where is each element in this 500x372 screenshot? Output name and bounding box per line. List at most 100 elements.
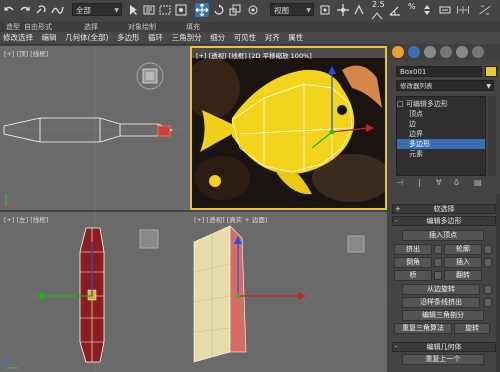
configure-sets-icon[interactable]: ▤ <box>474 178 482 187</box>
reference-coordinate-dropdown[interactable]: 视图 ▼ <box>270 3 314 16</box>
undo-icon[interactable] <box>2 3 16 17</box>
ribbon-tab-populate[interactable]: 填充 <box>186 22 200 32</box>
display-tab-icon[interactable] <box>456 46 468 58</box>
percent-snap-label[interactable]: % <box>408 2 416 11</box>
stack-item-editable-poly[interactable]: □ 可编辑多边形 <box>397 99 485 109</box>
viewport-shaded[interactable]: [+] [透视] [真实 + 边面] <box>190 212 387 372</box>
angle-snap-icon[interactable] <box>388 3 402 17</box>
bridge-button[interactable]: 桥 <box>394 270 432 281</box>
make-unique-icon[interactable]: ∀ <box>436 178 441 187</box>
keyboard-shortcut-icon[interactable] <box>352 3 366 17</box>
pin-stack-icon[interactable]: ⊣ <box>396 178 403 187</box>
command-panel-scrollbar[interactable] <box>496 194 500 372</box>
ribbon-tab-object-paint[interactable]: 对象绘制 <box>128 22 156 32</box>
snap-toggle-label[interactable]: 2.5 <box>372 0 385 9</box>
hinge-from-edge-button[interactable]: 从边旋转 <box>402 284 480 295</box>
command-panel-tabs <box>388 44 500 60</box>
extrude-spline-settings-button[interactable] <box>484 298 492 307</box>
viewport-shaded-label[interactable]: [+] [透视] [真实 + 边面] <box>194 214 267 224</box>
mirror-icon[interactable] <box>456 3 474 17</box>
flip-button[interactable]: 翻转 <box>444 270 482 281</box>
menu-loops[interactable]: 循环 <box>145 32 166 44</box>
outline-button[interactable]: 轮廓 <box>444 244 482 255</box>
redo-icon[interactable] <box>18 3 32 17</box>
snap-toggle-icon[interactable] <box>370 9 384 20</box>
utilities-tab-icon[interactable] <box>472 46 484 58</box>
edit-triangulation-button[interactable]: 编辑三角剖分 <box>402 310 484 321</box>
show-end-result-icon[interactable]: | <box>418 178 421 187</box>
viewport-top-canvas <box>0 46 190 210</box>
stack-item-border[interactable]: 边界 <box>409 129 497 139</box>
rollout-soft-selection[interactable]: + 软选择 <box>392 204 496 214</box>
remove-modifier-icon[interactable]: ō <box>454 178 459 187</box>
use-pivot-center-icon[interactable] <box>318 3 332 17</box>
bridge-settings-button[interactable] <box>434 271 442 280</box>
outline-settings-button[interactable] <box>484 245 492 254</box>
inset-settings-button[interactable] <box>484 258 492 267</box>
viewport-left-canvas <box>0 212 190 372</box>
minus-icon: - <box>395 217 398 225</box>
menu-subdivision[interactable]: 细分 <box>207 32 228 44</box>
spinner-snap-icon[interactable] <box>420 3 434 17</box>
menu-geometry-all[interactable]: 几何体(全部) <box>62 32 111 44</box>
object-color-swatch[interactable] <box>485 66 497 77</box>
select-manipulate-icon[interactable] <box>336 3 350 17</box>
inset-button[interactable]: 插入 <box>444 257 482 268</box>
turn-button[interactable]: 旋转 <box>454 323 490 334</box>
select-by-name-icon[interactable] <box>142 3 156 17</box>
object-name-field[interactable]: Box001 <box>396 66 482 77</box>
pivot-icon[interactable] <box>246 3 260 17</box>
stack-scrollbar[interactable] <box>488 96 496 176</box>
hinge-settings-button[interactable] <box>484 285 492 294</box>
viewport-top-label[interactable]: [+] [顶] [线框] <box>4 48 48 58</box>
menu-polygons[interactable]: 多边形 <box>114 32 143 44</box>
extrude-along-spline-button[interactable]: 沿样条线挤出 <box>402 297 480 308</box>
link-icon[interactable] <box>34 3 48 17</box>
viewport-top[interactable]: [+] [顶] [线框] <box>0 46 190 210</box>
extrude-button[interactable]: 挤出 <box>394 244 432 255</box>
ribbon-tab-modeling[interactable]: 造型 <box>6 22 20 32</box>
menu-triangulation[interactable]: 三角剖分 <box>169 32 205 44</box>
insert-vertex-button[interactable]: 插入顶点 <box>402 230 484 241</box>
menu-properties[interactable]: 属性 <box>285 32 306 44</box>
align-icon[interactable] <box>478 3 496 17</box>
repeat-last-button[interactable]: 重复上一个 <box>402 354 484 365</box>
select-rotate-icon[interactable] <box>212 3 226 17</box>
motion-tab-icon[interactable] <box>440 46 452 58</box>
menu-edit[interactable]: 编辑 <box>39 32 60 44</box>
rectangle-selection-icon[interactable] <box>158 3 172 17</box>
ribbon-tab-selection[interactable]: 选择 <box>84 22 98 32</box>
select-move-icon[interactable] <box>195 3 209 17</box>
stack-item-vertex[interactable]: 顶点 <box>409 109 497 119</box>
menu-modify-selection[interactable]: 修改选择 <box>0 32 36 44</box>
viewport-perspective-label[interactable]: [+] [透视] [线框] [2D 平移缩放 100%] <box>196 50 312 60</box>
viewport-perspective[interactable]: [+] [透视] [线框] [2D 平移缩放 100%] <box>190 46 387 210</box>
ribbon-tab-freeform[interactable]: 自由形式 <box>24 22 52 32</box>
viewport-left-label[interactable]: [+] [左] [线框] <box>4 214 48 224</box>
retriangulate-button[interactable]: 重复三角算法 <box>394 323 452 334</box>
stack-item-edge[interactable]: 边 <box>409 119 497 129</box>
extrude-settings-button[interactable] <box>434 245 442 254</box>
rollout-edit-geometry[interactable]: - 编辑几何体 <box>392 342 496 352</box>
hierarchy-tab-icon[interactable] <box>424 46 436 58</box>
bind-spacewarp-icon[interactable] <box>50 3 64 17</box>
selection-filter-dropdown[interactable]: 全部 ▼ <box>72 3 122 16</box>
bevel-settings-button[interactable] <box>434 258 442 267</box>
world-axis-tripod-icon <box>5 356 18 369</box>
selected-face-top <box>157 125 171 137</box>
menu-visibility[interactable]: 可见性 <box>231 32 260 44</box>
create-tab-icon[interactable] <box>392 46 404 58</box>
viewport-left[interactable]: [+] [左] [线框] <box>0 212 190 372</box>
window-crossing-icon[interactable] <box>174 3 188 17</box>
stack-item-element[interactable]: 元素 <box>409 149 497 159</box>
select-scale-icon[interactable] <box>228 3 242 17</box>
menu-align[interactable]: 对齐 <box>262 32 283 44</box>
rollout-edit-polygons[interactable]: - 编辑多边形 <box>392 216 496 226</box>
bevel-button[interactable]: 倒角 <box>394 257 432 268</box>
select-object-icon[interactable] <box>126 3 140 17</box>
named-selection-icon[interactable] <box>438 3 452 17</box>
modifier-list-dropdown[interactable]: 修改器列表 ▼ <box>396 80 494 91</box>
modify-tab-icon[interactable] <box>408 46 420 58</box>
main-toolbar: 全部 ▼ 视图 ▼ 2.5 % <box>0 0 500 23</box>
stack-item-polygon[interactable]: 多边形 <box>397 139 485 149</box>
